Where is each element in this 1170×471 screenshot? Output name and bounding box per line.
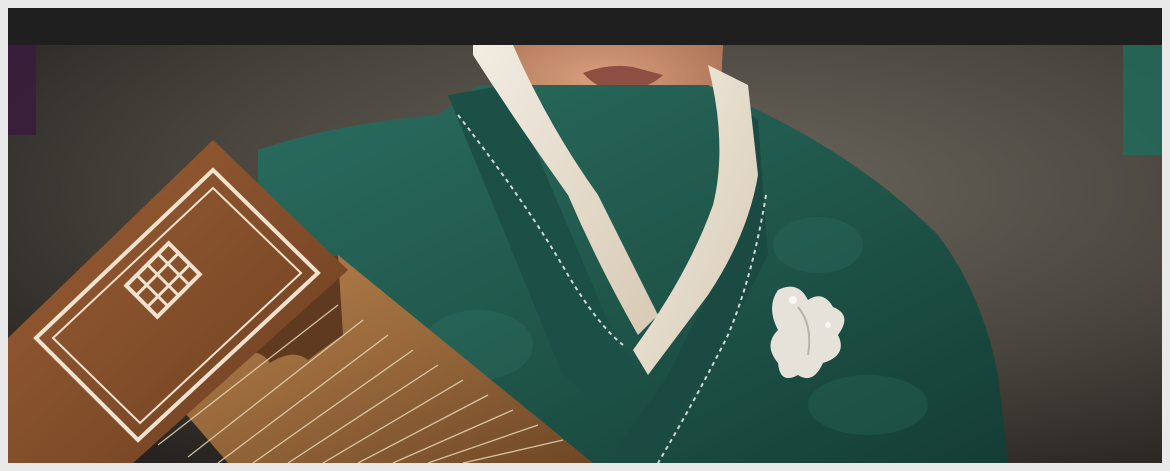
purple-light-left <box>8 45 36 135</box>
robe-pattern <box>773 217 863 273</box>
robe-pattern <box>808 375 928 435</box>
photo-illustration <box>8 45 1162 463</box>
teal-light-right <box>1123 45 1162 155</box>
top-dark-bar <box>8 8 1162 45</box>
image-viewer-frame <box>8 8 1162 463</box>
photograph <box>8 45 1162 463</box>
